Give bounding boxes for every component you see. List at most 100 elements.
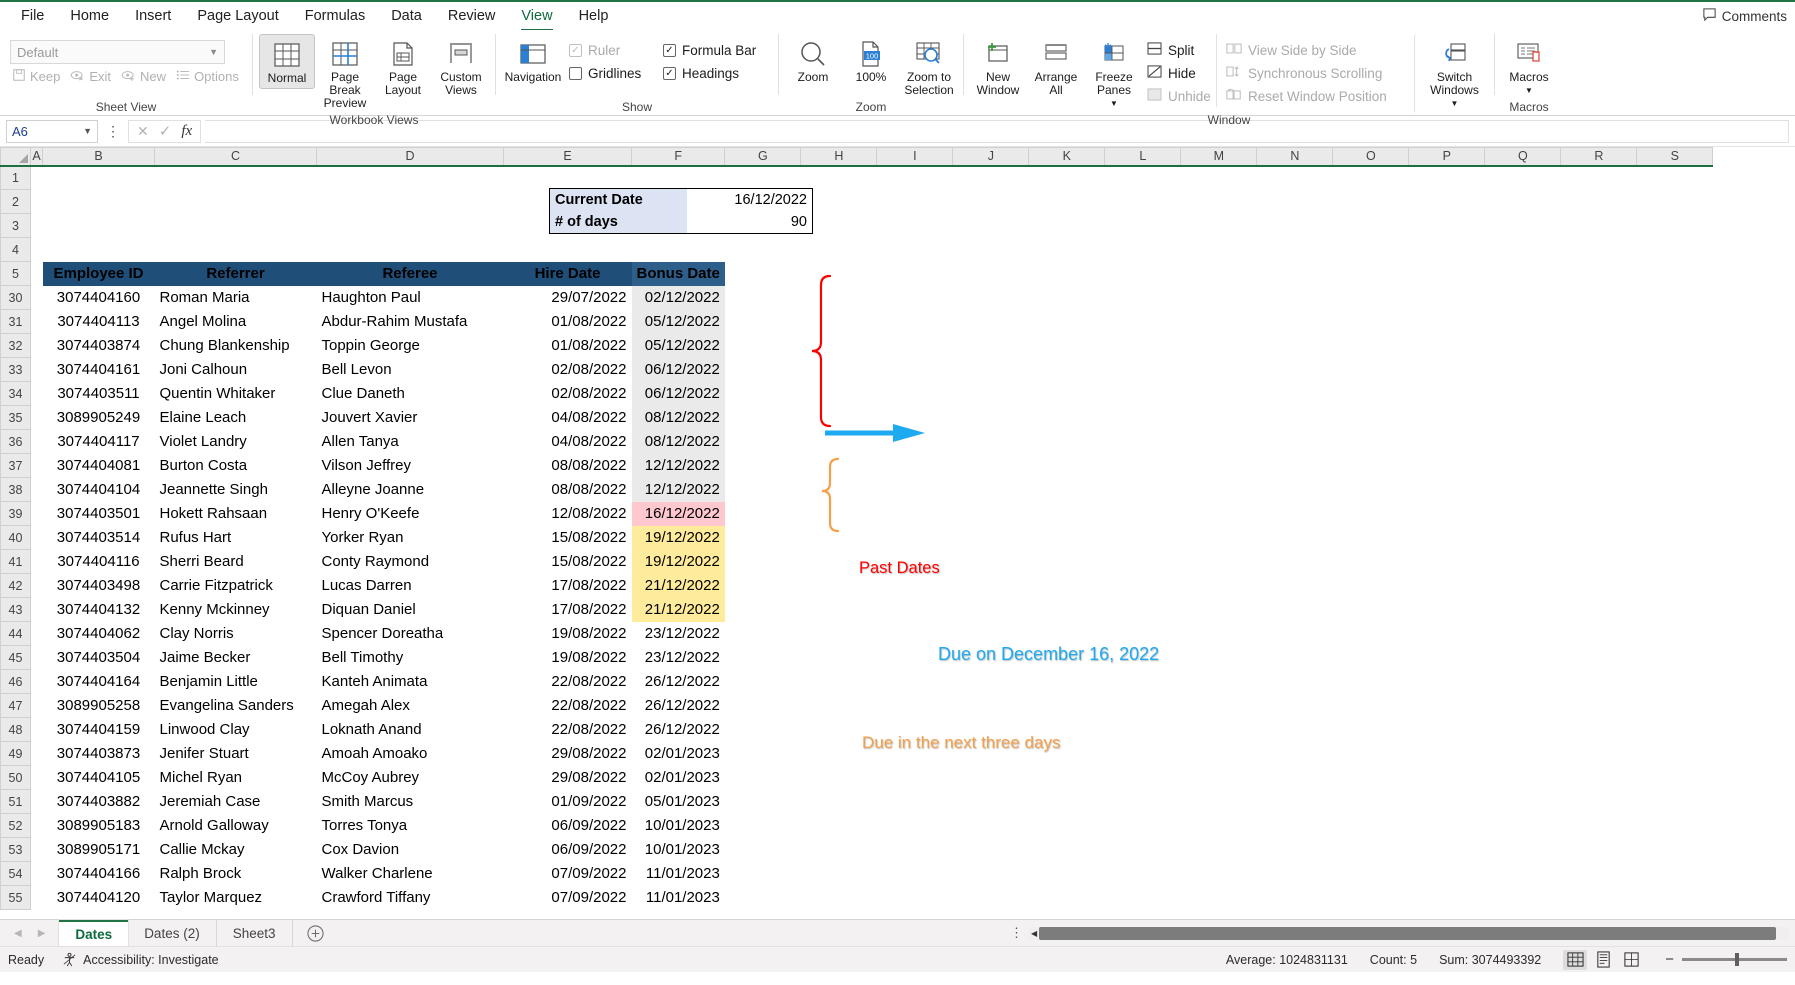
row-header[interactable]: 48 <box>0 717 31 742</box>
cell-referrer[interactable]: Taylor Marquez <box>155 886 317 910</box>
cell[interactable] <box>504 166 632 190</box>
cell[interactable] <box>632 238 725 262</box>
cell[interactable] <box>1561 406 1637 430</box>
cell[interactable] <box>1105 214 1181 238</box>
cell-bonus-date[interactable]: 06/12/2022 <box>631 357 725 382</box>
cell-referee[interactable]: Amoah Amoako <box>317 742 504 766</box>
table-header-cell[interactable]: Referee <box>316 261 504 286</box>
cell-referee[interactable]: Smith Marcus <box>317 790 504 814</box>
cell[interactable] <box>1029 166 1105 190</box>
cell[interactable] <box>725 550 801 574</box>
cell[interactable] <box>801 310 877 334</box>
col-header-A[interactable]: A <box>30 147 43 167</box>
cell-bonus-date[interactable]: 26/12/2022 <box>632 694 725 718</box>
cell[interactable] <box>801 622 877 646</box>
row-header[interactable]: 3 <box>0 213 31 238</box>
tab-view[interactable]: View <box>508 4 565 31</box>
cell-bonus-date[interactable]: 26/12/2022 <box>632 718 725 742</box>
cell-referrer[interactable]: Elaine Leach <box>155 406 317 430</box>
cell[interactable] <box>1409 334 1485 358</box>
cell[interactable] <box>1485 694 1561 718</box>
cell[interactable] <box>1409 694 1485 718</box>
cell-employee-id[interactable]: 3089905183 <box>43 814 155 838</box>
cell-hire-date[interactable]: 19/08/2022 <box>504 622 632 646</box>
cell[interactable] <box>1409 670 1485 694</box>
cell[interactable] <box>1257 742 1333 766</box>
cell[interactable] <box>877 382 953 406</box>
row-header[interactable]: 47 <box>0 693 31 718</box>
cell[interactable] <box>1333 574 1409 598</box>
cell[interactable] <box>1485 862 1561 886</box>
cell-hire-date[interactable]: 15/08/2022 <box>504 550 632 574</box>
cell[interactable] <box>1105 454 1181 478</box>
cell[interactable] <box>31 430 43 454</box>
cell[interactable] <box>1409 742 1485 766</box>
cell[interactable] <box>1485 478 1561 502</box>
cell-referrer[interactable]: Roman Maria <box>155 286 317 310</box>
cell[interactable] <box>1029 886 1105 910</box>
cell-bonus-date[interactable]: 12/12/2022 <box>631 453 725 478</box>
cell[interactable] <box>801 454 877 478</box>
cell-referee[interactable]: Loknath Anand <box>317 718 504 742</box>
arrange-all-button[interactable]: Arrange All <box>1028 34 1084 100</box>
cell[interactable] <box>725 862 801 886</box>
col-header-N[interactable]: N <box>1256 147 1334 167</box>
cell-bonus-date[interactable]: 10/01/2023 <box>632 814 725 838</box>
cell[interactable] <box>1333 598 1409 622</box>
cell-hire-date[interactable]: 17/08/2022 <box>504 598 632 622</box>
cell[interactable] <box>953 238 1029 262</box>
cell-hire-date[interactable]: 02/08/2022 <box>504 382 632 406</box>
cell[interactable] <box>31 286 43 310</box>
cell[interactable] <box>725 262 801 286</box>
cell[interactable] <box>31 814 43 838</box>
cell[interactable] <box>31 574 43 598</box>
cell[interactable] <box>801 598 877 622</box>
cell-hire-date[interactable]: 01/08/2022 <box>504 310 632 334</box>
cell-bonus-date[interactable]: 23/12/2022 <box>632 646 725 670</box>
cell-bonus-date[interactable]: 02/01/2023 <box>632 766 725 790</box>
cell[interactable] <box>1409 190 1485 214</box>
cell[interactable] <box>1485 670 1561 694</box>
cell-referrer[interactable]: Rufus Hart <box>155 526 317 550</box>
cell[interactable] <box>31 214 43 238</box>
cell[interactable] <box>1409 550 1485 574</box>
col-header-G[interactable]: G <box>724 147 802 167</box>
cell[interactable] <box>1181 718 1257 742</box>
cell-referee[interactable]: Alleyne Joanne <box>317 478 504 502</box>
col-header-B[interactable]: B <box>42 147 155 167</box>
cell[interactable] <box>1181 286 1257 310</box>
cell[interactable] <box>801 166 877 190</box>
cell[interactable] <box>801 862 877 886</box>
cell[interactable] <box>1257 526 1333 550</box>
table-header-cell[interactable]: Employee ID <box>42 261 155 286</box>
cell[interactable] <box>725 598 801 622</box>
cell[interactable] <box>801 646 877 670</box>
cell[interactable] <box>953 790 1029 814</box>
tab-page-layout[interactable]: Page Layout <box>184 4 291 28</box>
cell[interactable] <box>725 238 801 262</box>
sheet-tab-sheet3[interactable]: Sheet3 <box>217 920 293 946</box>
cell[interactable] <box>1561 742 1637 766</box>
cell-bonus-date[interactable]: 19/12/2022 <box>631 525 725 550</box>
cell[interactable] <box>31 358 43 382</box>
cell[interactable] <box>953 574 1029 598</box>
cell[interactable] <box>632 166 725 190</box>
cell[interactable] <box>877 310 953 334</box>
page-break-preview-button[interactable]: Page Break Preview <box>317 34 373 113</box>
macros-button[interactable]: Macros ▼ <box>1501 34 1557 100</box>
cell[interactable] <box>1485 526 1561 550</box>
col-header-J[interactable]: J <box>952 147 1030 167</box>
page-layout-button[interactable]: Page Layout <box>375 34 431 100</box>
cell[interactable] <box>1409 646 1485 670</box>
custom-views-button[interactable]: Custom Views <box>433 34 489 100</box>
cell[interactable] <box>1561 670 1637 694</box>
cell-referee[interactable]: Yorker Ryan <box>317 526 504 550</box>
zoom-out-button[interactable]: − <box>1665 951 1674 968</box>
cell[interactable] <box>1181 406 1257 430</box>
cell[interactable] <box>1029 430 1105 454</box>
cell[interactable] <box>1333 526 1409 550</box>
zoom-slider-handle[interactable] <box>1734 953 1739 966</box>
cell[interactable] <box>725 478 801 502</box>
cell[interactable] <box>1181 622 1257 646</box>
cell-referrer[interactable]: Clay Norris <box>155 622 317 646</box>
